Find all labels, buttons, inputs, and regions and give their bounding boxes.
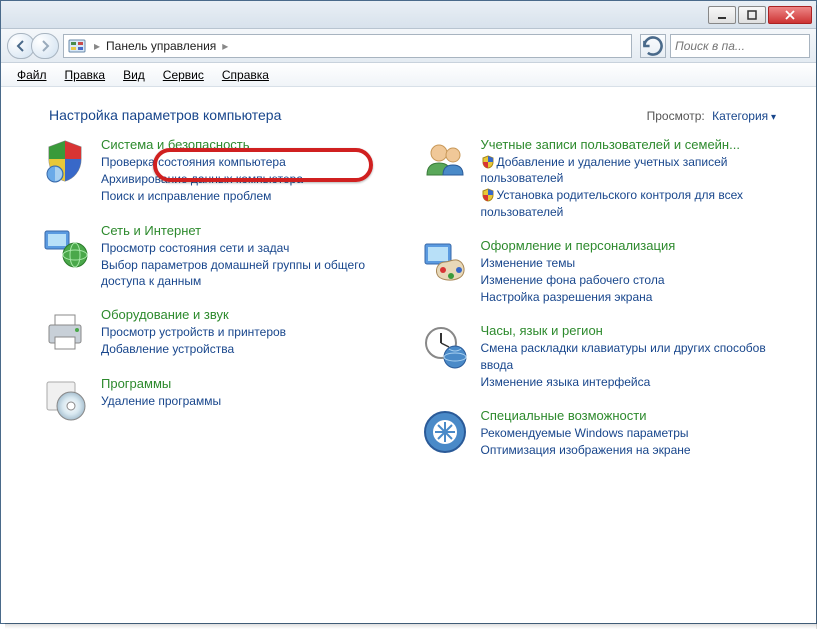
category-link[interactable]: Добавление устройства — [101, 341, 397, 357]
address-bar[interactable]: ▸ Панель управления ▸ — [63, 34, 632, 58]
category-link[interactable]: Смена раскладки клавиатуры или других сп… — [481, 340, 777, 372]
control-panel-window: ▸ Панель управления ▸ Файл Правка Вид Се… — [0, 0, 817, 624]
page-title: Настройка параметров компьютера — [49, 107, 281, 123]
clock-globe-icon — [421, 323, 469, 371]
menu-edit[interactable]: Правка — [57, 66, 114, 84]
security-shield-icon — [41, 137, 89, 185]
category-title[interactable]: Оформление и персонализация — [481, 238, 676, 253]
category-link[interactable]: Изменение языка интерфейса — [481, 374, 777, 390]
category-link[interactable]: Выбор параметров домашней группы и общег… — [101, 257, 397, 289]
breadcrumb-sep[interactable]: ▸ — [218, 39, 232, 53]
category-title[interactable]: Часы, язык и регион — [481, 323, 603, 338]
appearance-palette-icon — [421, 238, 469, 286]
forward-button[interactable] — [31, 33, 59, 59]
breadcrumb-item[interactable]: Панель управления — [104, 39, 218, 53]
view-mode-dropdown[interactable]: Категория — [708, 109, 776, 123]
maximize-button[interactable] — [738, 6, 766, 24]
menu-tools[interactable]: Сервис — [155, 66, 212, 84]
ease-access-icon — [421, 408, 469, 456]
category-link[interactable]: Удаление программы — [101, 393, 397, 409]
category-appearance-palette: Оформление и персонализация Изменение тем… — [421, 238, 777, 306]
category-title[interactable]: Сеть и Интернет — [101, 223, 201, 238]
category-link[interactable]: Просмотр устройств и принтеров — [101, 324, 397, 340]
category-link[interactable]: Поиск и исправление проблем — [101, 188, 397, 204]
category-title[interactable]: Учетные записи пользователей и семейн... — [481, 137, 740, 152]
category-link[interactable]: Добавление и удаление учетных записей по… — [481, 154, 777, 186]
category-title[interactable]: Система и безопасность — [101, 137, 250, 152]
category-network-globe: Сеть и Интернет Просмотр состояния сети и… — [41, 223, 397, 290]
category-column-left: Система и безопасность Проверка состояния… — [41, 137, 397, 476]
menu-help[interactable]: Справка — [214, 66, 277, 84]
category-link[interactable]: Рекомендуемые Windows параметры — [481, 425, 777, 441]
category-link[interactable]: Проверка состояния компьютера — [101, 154, 397, 170]
breadcrumb-sep: ▸ — [90, 39, 104, 53]
category-link[interactable]: Настройка разрешения экрана — [481, 289, 777, 305]
refresh-button[interactable] — [640, 34, 666, 58]
network-globe-icon — [41, 223, 89, 271]
programs-disc-icon — [41, 376, 89, 424]
search-box[interactable] — [670, 34, 810, 58]
titlebar — [1, 1, 816, 29]
uac-shield-icon — [481, 155, 495, 169]
close-button[interactable] — [768, 6, 812, 24]
category-title[interactable]: Оборудование и звук — [101, 307, 229, 322]
category-link[interactable]: Изменение фона рабочего стола — [481, 272, 777, 288]
category-programs-disc: Программы Удаление программы — [41, 376, 397, 424]
users-icon — [421, 137, 469, 185]
minimize-button[interactable] — [708, 6, 736, 24]
content-area: Настройка параметров компьютера Просмотр… — [1, 87, 816, 623]
menu-file[interactable]: Файл — [9, 66, 55, 84]
category-security-shield: Система и безопасность Проверка состояния… — [41, 137, 397, 205]
category-link[interactable]: Установка родительского контроля для все… — [481, 187, 777, 219]
category-users: Учетные записи пользователей и семейн...… — [421, 137, 777, 220]
category-link[interactable]: Архивирование данных компьютера — [101, 171, 397, 187]
view-label: Просмотр: — [647, 109, 705, 123]
nav-toolbar: ▸ Панель управления ▸ — [1, 29, 816, 63]
uac-shield-icon — [481, 188, 495, 202]
category-title[interactable]: Специальные возможности — [481, 408, 647, 423]
menu-bar: Файл Правка Вид Сервис Справка — [1, 63, 816, 87]
control-panel-icon — [68, 37, 86, 55]
category-ease-access: Специальные возможности Рекомендуемые Win… — [421, 408, 777, 458]
category-column-right: Учетные записи пользователей и семейн...… — [421, 137, 777, 476]
menu-view[interactable]: Вид — [115, 66, 153, 84]
printer-icon — [41, 307, 89, 355]
category-printer: Оборудование и звук Просмотр устройств и … — [41, 307, 397, 357]
category-clock-globe: Часы, язык и регион Смена раскладки клави… — [421, 323, 777, 390]
category-link[interactable]: Оптимизация изображения на экране — [481, 442, 777, 458]
category-title[interactable]: Программы — [101, 376, 171, 391]
search-input[interactable] — [675, 39, 817, 53]
category-link[interactable]: Просмотр состояния сети и задач — [101, 240, 397, 256]
category-link[interactable]: Изменение темы — [481, 255, 777, 271]
